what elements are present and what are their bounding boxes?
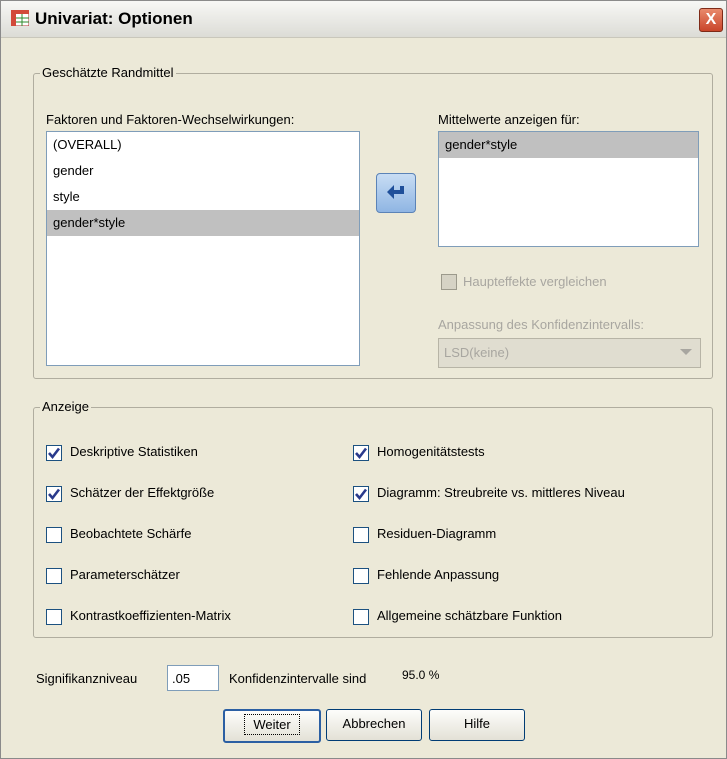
cancel-button[interactable]: Abbrechen [326,709,422,741]
means-label: Mittelwerte anzeigen für: [438,112,580,127]
compare-main-effects-checkbox[interactable] [441,274,457,290]
display-option-checkbox[interactable] [46,445,62,461]
display-option-label: Homogenitätstests [377,444,485,459]
checkmark-icon [48,447,61,460]
display-option-label: Beobachtete Schärfe [70,526,192,541]
display-option-label: Residuen-Diagramm [377,526,497,541]
list-item[interactable]: gender [47,158,359,184]
spreadsheet-icon [11,10,29,26]
display-option-checkbox[interactable] [46,486,62,502]
display-option-checkbox[interactable] [46,568,62,584]
display-option-label: Kontrastkoeffizienten-Matrix [70,608,231,623]
help-button[interactable]: Hilfe [429,709,525,741]
display-option-label: Deskriptive Statistiken [70,444,198,459]
move-left-button[interactable] [376,173,416,213]
dialog-window: Univariat: Optionen X Geschätzte Randmit… [0,0,727,759]
ci-value: 95.0 % [402,668,440,682]
group-legend: Anzeige [40,399,91,414]
window-title: Univariat: Optionen [35,9,193,28]
display-option-label: Allgemeine schätzbare Funktion [377,608,562,623]
display-option-label: Diagramm: Streubreite vs. mittleres Nive… [377,485,625,500]
display-option-checkbox[interactable] [46,609,62,625]
arrow-left-icon [387,185,404,199]
ci-adjust-dropdown[interactable]: LSD(keine) [438,338,701,368]
means-listbox[interactable]: gender*style [438,131,699,247]
display-group: Anzeige [33,399,713,638]
close-button[interactable]: X [699,8,723,32]
continue-button-label: Weiter [244,714,300,735]
continue-button[interactable]: Weiter [223,709,321,743]
list-item-selected[interactable]: gender*style [47,210,359,236]
ci-adjust-value: LSD(keine) [444,345,510,360]
checkmark-icon [355,488,368,501]
display-option-checkbox[interactable] [353,568,369,584]
list-item-selected[interactable]: gender*style [439,132,698,158]
display-option-checkbox[interactable] [353,609,369,625]
checkmark-icon [355,447,368,460]
ci-adjust-label: Anpassung des Konfidenzintervalls: [438,317,644,332]
list-item[interactable]: (OVERALL) [47,132,359,158]
group-legend: Geschätzte Randmittel [40,65,176,80]
factors-label: Faktoren und Faktoren-Wechselwirkungen: [46,112,295,127]
factors-listbox[interactable]: (OVERALL) gender style gender*style [46,131,360,366]
checkmark-icon [48,488,61,501]
display-option-checkbox[interactable] [353,486,369,502]
display-option-checkbox[interactable] [46,527,62,543]
display-option-checkbox[interactable] [353,527,369,543]
display-option-label: Schätzer der Effektgröße [70,485,215,500]
display-option-label: Parameterschätzer [70,567,180,582]
compare-main-effects-label: Haupteffekte vergleichen [463,274,607,289]
title-bar: Univariat: Optionen X [1,1,726,38]
chevron-down-icon [680,349,692,355]
significance-label: Signifikanzniveau [36,671,138,686]
significance-input[interactable]: .05 [167,665,219,691]
display-option-label: Fehlende Anpassung [377,567,500,582]
ci-text-label: Konfidenzintervalle sind [229,671,367,686]
list-item[interactable]: style [47,184,359,210]
display-option-checkbox[interactable] [353,445,369,461]
